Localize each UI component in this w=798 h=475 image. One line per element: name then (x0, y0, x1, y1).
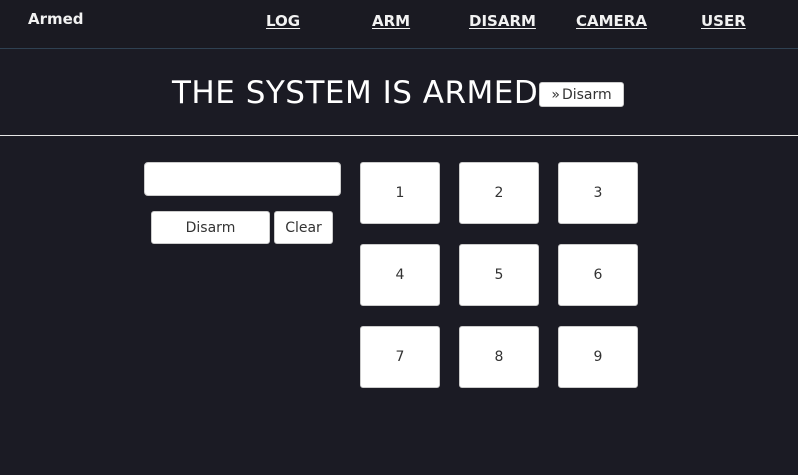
nav-link-log[interactable]: LOG (266, 12, 300, 30)
nav-link-camera[interactable]: CAMERA (576, 12, 647, 30)
keypad-key-8[interactable]: 8 (459, 326, 539, 388)
keypad-key-7[interactable]: 7 (360, 326, 440, 388)
status-header: THE SYSTEM IS ARMED » Disarm (0, 49, 798, 136)
system-status-title: THE SYSTEM IS ARMED (172, 75, 539, 111)
keypad-key-6[interactable]: 6 (558, 244, 638, 306)
nav-link-user[interactable]: USER (701, 12, 746, 30)
status-disarm-label: Disarm (561, 86, 612, 103)
nav-link-arm[interactable]: ARM (372, 12, 410, 30)
brand-label: Armed (28, 10, 84, 28)
top-navbar: Armed LOG ARM DISARM CAMERA USER (0, 0, 798, 49)
keypad-key-2[interactable]: 2 (459, 162, 539, 224)
keypad-key-1[interactable]: 1 (360, 162, 440, 224)
code-input[interactable] (144, 162, 341, 196)
keypad-key-4[interactable]: 4 (360, 244, 440, 306)
keypad-key-9[interactable]: 9 (558, 326, 638, 388)
disarm-button[interactable]: Disarm (151, 211, 270, 244)
clear-button[interactable]: Clear (274, 211, 333, 244)
keypad-key-5[interactable]: 5 (459, 244, 539, 306)
nav-link-disarm[interactable]: DISARM (469, 12, 536, 30)
keypad-key-3[interactable]: 3 (558, 162, 638, 224)
status-disarm-button[interactable]: » Disarm (539, 82, 624, 107)
double-chevron-right-icon: » (551, 86, 560, 103)
